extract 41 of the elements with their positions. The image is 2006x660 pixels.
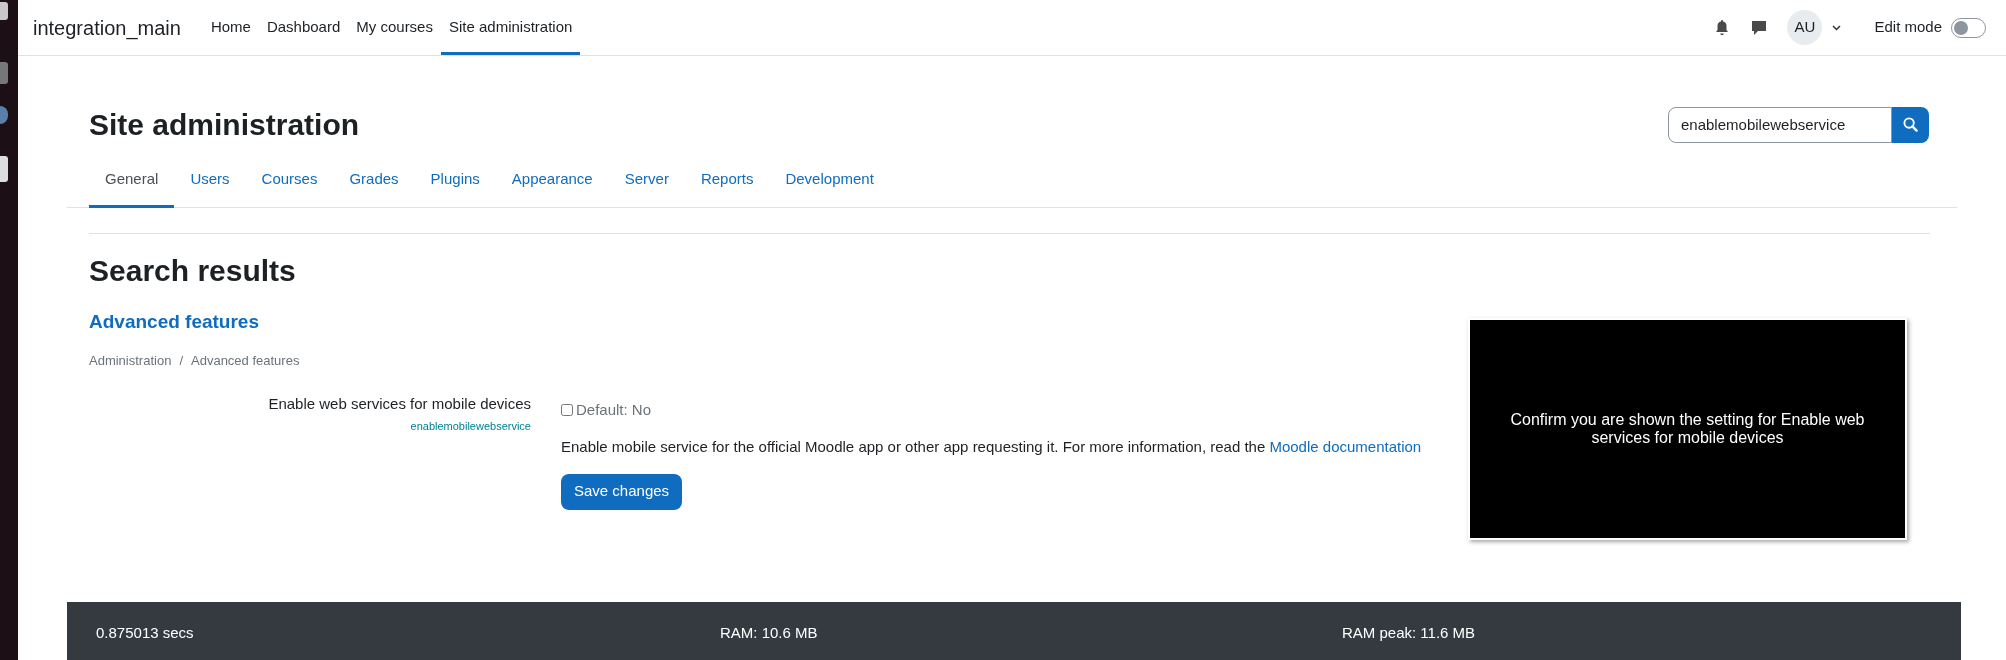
save-button[interactable]: Save changes (561, 473, 683, 510)
results-heading: Search results (89, 252, 297, 289)
setting-label: Enable web services for mobile devices (268, 393, 531, 414)
search-icon (1903, 117, 1918, 132)
admin-tab[interactable]: Appearance (495, 157, 609, 208)
nav-link[interactable]: My courses (348, 0, 441, 55)
admin-tab[interactable]: Plugins (414, 157, 496, 208)
documentation-link[interactable]: Moodle documentation (1269, 438, 1422, 455)
search-button[interactable] (1892, 106, 1929, 143)
admin-tab[interactable]: Development (769, 157, 890, 208)
page-title: Site administration (89, 107, 360, 143)
setting-identifier: enablemobilewebservice (410, 419, 531, 434)
admin-tab[interactable]: Grades (333, 157, 415, 208)
footer-text: RAM: 10.6 MB (720, 622, 819, 643)
admin-tab[interactable]: General (89, 157, 175, 208)
search-field[interactable]: enablemobilewebservice (1668, 106, 1892, 143)
admin-tab[interactable]: Server (608, 157, 685, 208)
nav-link[interactable]: Dashboard (258, 0, 349, 55)
setting-checkbox[interactable] (561, 403, 573, 416)
setting-description: Enable mobile service for the official Moodle app or other app requesting it. For more information, read the Moodle documentation (561, 437, 1422, 457)
edit-mode-label: Edit mode (1874, 17, 1942, 38)
notification-bell-icon[interactable] (1715, 19, 1730, 36)
nav-link[interactable]: Site administration (440, 0, 581, 55)
chat-bubble-icon[interactable] (1751, 19, 1768, 36)
breadcrumb-separator: / (179, 352, 183, 370)
default-value: Default: No (576, 399, 652, 420)
admin-tab[interactable]: Courses (245, 157, 334, 208)
caret-icon[interactable] (1832, 24, 1842, 31)
nav-link[interactable]: Home (202, 0, 259, 55)
breadcrumb-link[interactable]: Advanced features (191, 351, 300, 371)
admin-tab[interactable]: Reports (684, 157, 770, 208)
user-avatar[interactable]: AU (1787, 10, 1823, 45)
edit-mode-toggle[interactable] (1951, 17, 1986, 38)
section-link[interactable]: Advanced features (89, 307, 1468, 336)
footer-text: RAM peak: 11.6 MB (1342, 622, 1476, 643)
admin-tab[interactable]: Users (174, 157, 246, 208)
footer-text: 0.875013 secs (96, 622, 195, 643)
overlay-message: Confirm you are shown the setting for Enable web services for mobile devices (1509, 410, 1866, 447)
app-icon[interactable] (0, 106, 8, 124)
breadcrumb-link[interactable]: Administration (89, 351, 172, 371)
site-name[interactable]: integration_main (33, 12, 181, 43)
